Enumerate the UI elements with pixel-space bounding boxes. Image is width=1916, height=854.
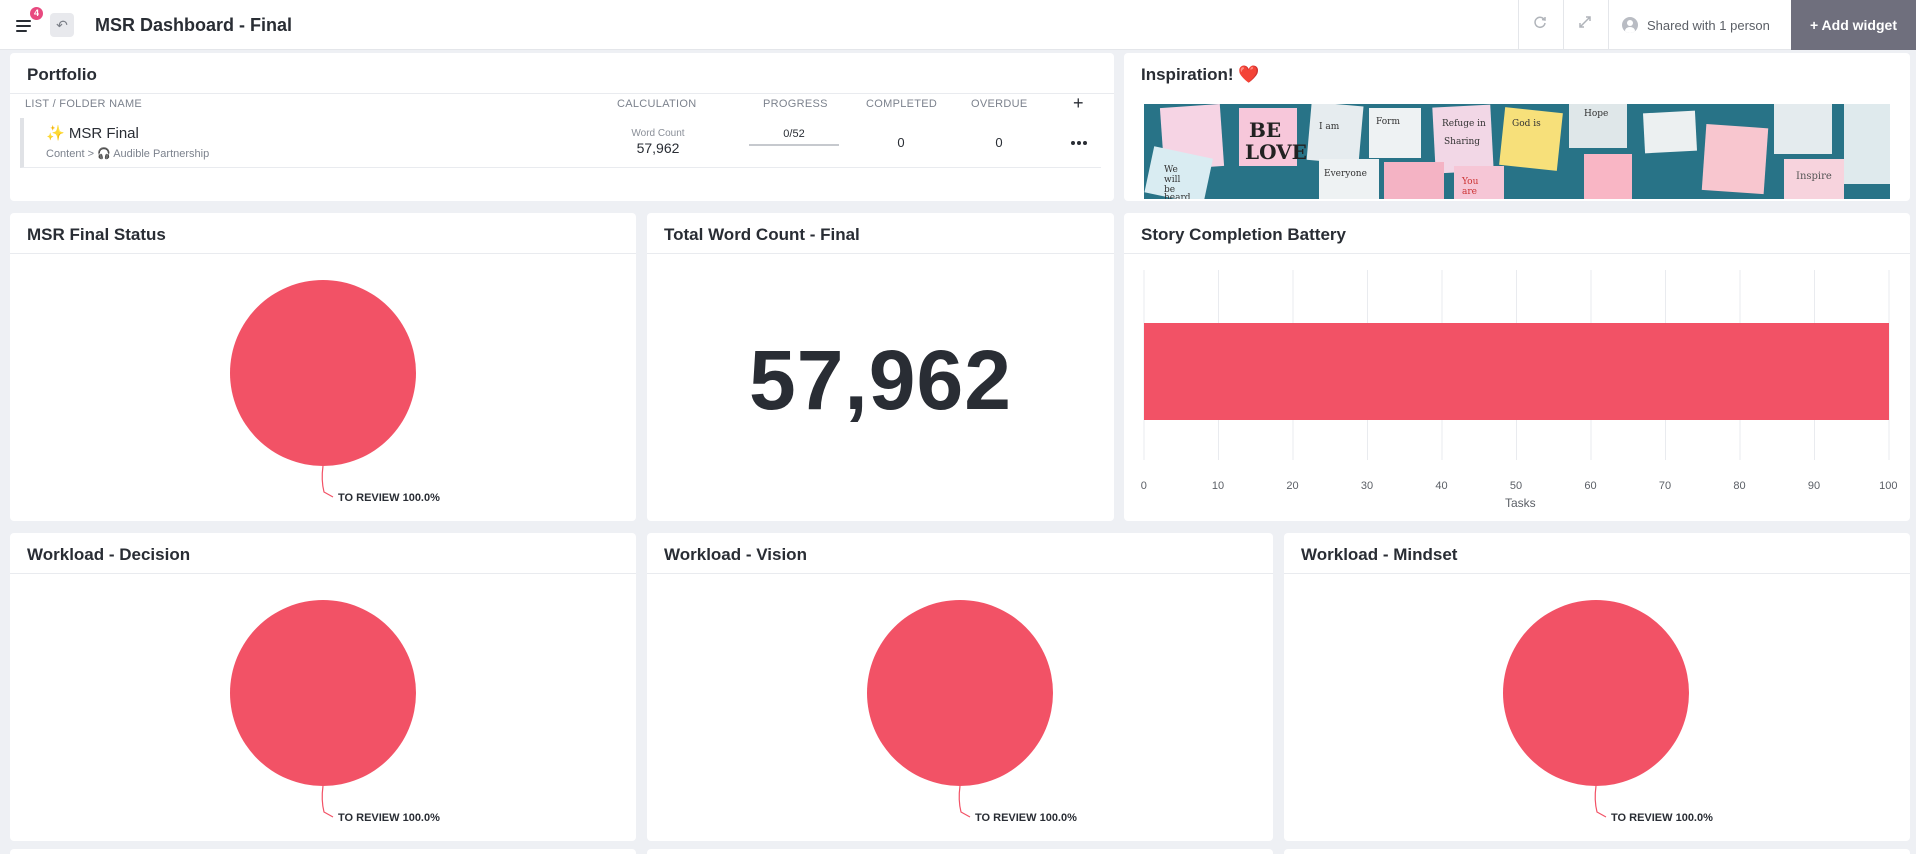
- label-leader-line: [321, 785, 334, 818]
- pie-slice-label: TO REVIEW 100.0%: [975, 812, 1077, 824]
- refresh-icon[interactable]: [1529, 14, 1551, 36]
- progress-value: 0/52: [783, 128, 805, 140]
- note-text: Everyone: [1324, 169, 1367, 179]
- card-title: MSR Final Status: [27, 225, 166, 244]
- note-text: Sharing: [1444, 137, 1480, 147]
- x-tick-label: 60: [1584, 480, 1597, 492]
- divider: [10, 93, 1114, 94]
- divider: [647, 573, 1273, 574]
- divider: [1124, 253, 1910, 254]
- card-edge: [1284, 849, 1910, 854]
- card-title: Story Completion Battery: [1141, 225, 1346, 244]
- pie-slice-label: TO REVIEW 100.0%: [338, 492, 440, 504]
- x-tick-label: 20: [1286, 480, 1299, 492]
- x-tick-label: 10: [1211, 480, 1225, 492]
- pie-chart: [230, 600, 416, 818]
- back-arrow-icon[interactable]: ↶: [50, 13, 74, 37]
- pie-slice-label: TO REVIEW 100.0%: [1611, 812, 1713, 824]
- card-title: Workload - Vision: [664, 545, 807, 564]
- list-name[interactable]: ✨ MSR Final: [46, 124, 139, 142]
- shared-label: Shared with 1 person: [1647, 17, 1770, 33]
- pie-slice-label: TO REVIEW 100.0%: [338, 812, 440, 824]
- card-edge: [647, 849, 1273, 854]
- note-text: God is: [1512, 119, 1541, 129]
- card-title: Workload - Mindset: [1301, 545, 1458, 564]
- battery-bar[interactable]: [1144, 323, 1889, 420]
- note-text: We: [1164, 165, 1178, 175]
- divider: [647, 253, 1114, 254]
- note-text: Hope: [1584, 109, 1608, 119]
- note-text: You: [1461, 177, 1479, 187]
- note-text: Form: [1376, 117, 1400, 127]
- expand-icon[interactable]: [1574, 14, 1596, 36]
- column-header-completed: COMPLETED: [866, 98, 938, 110]
- label-leader-line: [321, 465, 334, 498]
- add-list-button[interactable]: +: [1073, 93, 1084, 114]
- page-title: MSR Dashboard - Final: [95, 15, 293, 35]
- note-text: are: [1462, 187, 1477, 197]
- note-text: BE: [1249, 118, 1281, 142]
- top-bar: 4 ↶ MSR Dashboard - Final Shared with 1 …: [0, 0, 1916, 50]
- pie-slice-to-review[interactable]: [230, 280, 416, 466]
- column-header-calculation: CALCULATION: [617, 98, 697, 110]
- card-title: Total Word Count - Final: [664, 225, 860, 244]
- progress-bar: [749, 144, 839, 146]
- column-header-overdue: OVERDUE: [971, 98, 1028, 110]
- note-text: Inspire: [1796, 171, 1832, 182]
- x-tick-label: 80: [1733, 480, 1746, 492]
- label-leader-line: [1594, 785, 1607, 818]
- x-tick-label: 90: [1807, 480, 1821, 492]
- user-icon: [1622, 17, 1638, 33]
- breadcrumb: Content > 🎧 Audible Partnership: [46, 148, 210, 160]
- note-text: Refuge in: [1442, 119, 1486, 129]
- card-title: Inspiration! ❤️: [1141, 65, 1260, 84]
- divider: [1563, 0, 1564, 50]
- pie-slice-to-review[interactable]: [1503, 600, 1689, 786]
- card-title: Portfolio: [27, 65, 97, 84]
- x-tick-label: 0: [1140, 480, 1147, 492]
- label-leader-line: [958, 785, 971, 818]
- pie-chart: [230, 280, 416, 498]
- pie-chart: [867, 600, 1053, 818]
- note-text: LOVE: [1245, 140, 1307, 164]
- inspiration-image: BE LOVE I am Form Refuge in Sharing God …: [1144, 104, 1890, 199]
- bar-chart: [1143, 270, 1890, 460]
- note-text: will: [1164, 175, 1180, 185]
- word-count-value: 57,962: [749, 333, 1012, 427]
- pie-slice-to-review[interactable]: [230, 600, 416, 786]
- divider: [1284, 573, 1910, 574]
- overdue-value: 0: [995, 135, 1003, 150]
- add-widget-button[interactable]: + Add widget: [1791, 0, 1916, 50]
- divider: [1518, 0, 1519, 50]
- card-edge: [10, 849, 636, 854]
- x-tick-label: 30: [1360, 480, 1374, 492]
- column-header-progress: PROGRESS: [763, 98, 828, 110]
- share-button[interactable]: Shared with 1 person: [1622, 0, 1770, 50]
- completed-value: 0: [897, 135, 905, 150]
- more-dots-icon[interactable]: [1070, 133, 1088, 151]
- divider: [10, 253, 636, 254]
- calculation-label: Word Count: [631, 128, 685, 139]
- x-tick-label: 50: [1509, 480, 1523, 492]
- x-tick-label: 70: [1658, 480, 1672, 492]
- calculation-value: 57,962: [636, 140, 680, 156]
- x-tick-label: 40: [1435, 480, 1448, 492]
- column-header-name: LIST / FOLDER NAME: [25, 98, 143, 110]
- note-text: I am: [1319, 122, 1340, 132]
- x-tick-label: 100: [1879, 480, 1898, 492]
- notification-badge: 4: [30, 7, 43, 20]
- divider: [10, 573, 636, 574]
- card-title: Workload - Decision: [27, 545, 191, 564]
- note-text: heard: [1164, 193, 1191, 199]
- divider: [1608, 0, 1609, 50]
- x-axis-label: Tasks: [1505, 496, 1536, 510]
- pie-slice-to-review[interactable]: [867, 600, 1053, 786]
- pie-chart: [1503, 600, 1689, 818]
